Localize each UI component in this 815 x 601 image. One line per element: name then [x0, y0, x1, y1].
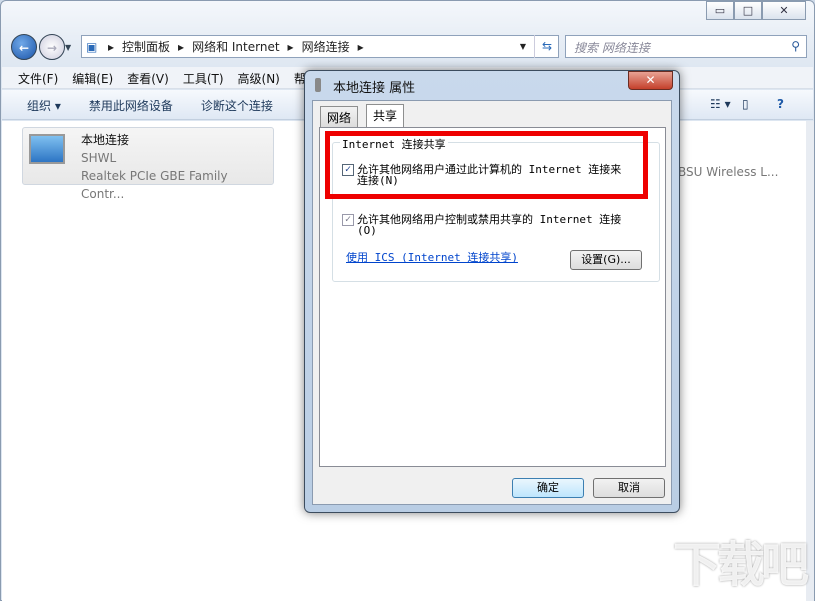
network-plug-icon [315, 78, 321, 92]
watermark-logo: 下载吧 [672, 537, 809, 593]
history-dropdown-icon[interactable]: ▼ [65, 43, 71, 52]
dialog-title: 本地连接 属性 [333, 81, 416, 96]
menu-view[interactable]: 查看(V) [127, 70, 169, 86]
help-icon[interactable]: ? [777, 97, 784, 111]
scrollbar[interactable] [806, 121, 814, 601]
tab-network[interactable]: 网络 [320, 106, 359, 127]
diagnose-button[interactable]: 诊断这个连接 [201, 97, 273, 113]
dialog-close-button[interactable]: ✕ [628, 71, 673, 90]
network-adapter-icon [29, 134, 65, 164]
close-button[interactable]: ✕ [762, 1, 806, 20]
organize-button[interactable]: 组织 ▾ [27, 97, 61, 113]
search-input[interactable]: 搜索 网络连接 ⚲ [565, 35, 807, 58]
breadcrumb-network-connections[interactable]: 网络连接 [302, 38, 350, 55]
address-bar[interactable]: ▣ ▸ 控制面板 ▸ 网络和 Internet ▸ 网络连接 ▸ ▼ [81, 35, 559, 58]
highlight-box [325, 131, 648, 199]
view-options-icon[interactable]: ☷ ▾ [710, 97, 731, 111]
maximize-button[interactable]: □ [734, 1, 762, 20]
ics-help-link[interactable]: 使用 ICS (Internet 连接共享) [346, 249, 518, 265]
minimize-button[interactable]: ▭ [706, 1, 734, 20]
breadcrumb-control-panel[interactable]: 控制面板 [122, 38, 170, 55]
ok-button[interactable]: 确定 [512, 478, 584, 498]
forward-button[interactable]: → [39, 34, 65, 60]
connection-item-wireless[interactable]: BSU Wireless L... [678, 165, 778, 179]
menu-edit[interactable]: 编辑(E) [72, 70, 113, 86]
back-button[interactable]: ← [11, 34, 37, 60]
preview-pane-icon[interactable]: ▯ [742, 97, 749, 111]
connection-item[interactable]: 本地连接 SHWL Realtek PCIe GBE Family Contr.… [22, 127, 274, 201]
disable-device-button[interactable]: 禁用此网络设备 [89, 97, 173, 113]
search-icon[interactable]: ⚲ [791, 39, 800, 53]
settings-button[interactable]: 设置(G)... [570, 250, 642, 270]
menu-advanced[interactable]: 高级(N) [238, 70, 280, 86]
breadcrumb-network-internet[interactable]: 网络和 Internet [192, 38, 279, 55]
menu-tools[interactable]: 工具(T) [183, 70, 224, 86]
refresh-button[interactable]: ⇆ [534, 35, 559, 58]
menu-file[interactable]: 文件(F) [18, 70, 58, 86]
address-dropdown-icon[interactable]: ▼ [520, 42, 526, 51]
cancel-button[interactable]: 取消 [593, 478, 665, 498]
control-panel-icon: ▣ [86, 39, 98, 54]
allow-control-checkbox[interactable]: ✓ 允许其他网络用户控制或禁用共享的 Internet 连接(O) [342, 214, 632, 236]
tab-sharing[interactable]: 共享 [366, 104, 405, 128]
